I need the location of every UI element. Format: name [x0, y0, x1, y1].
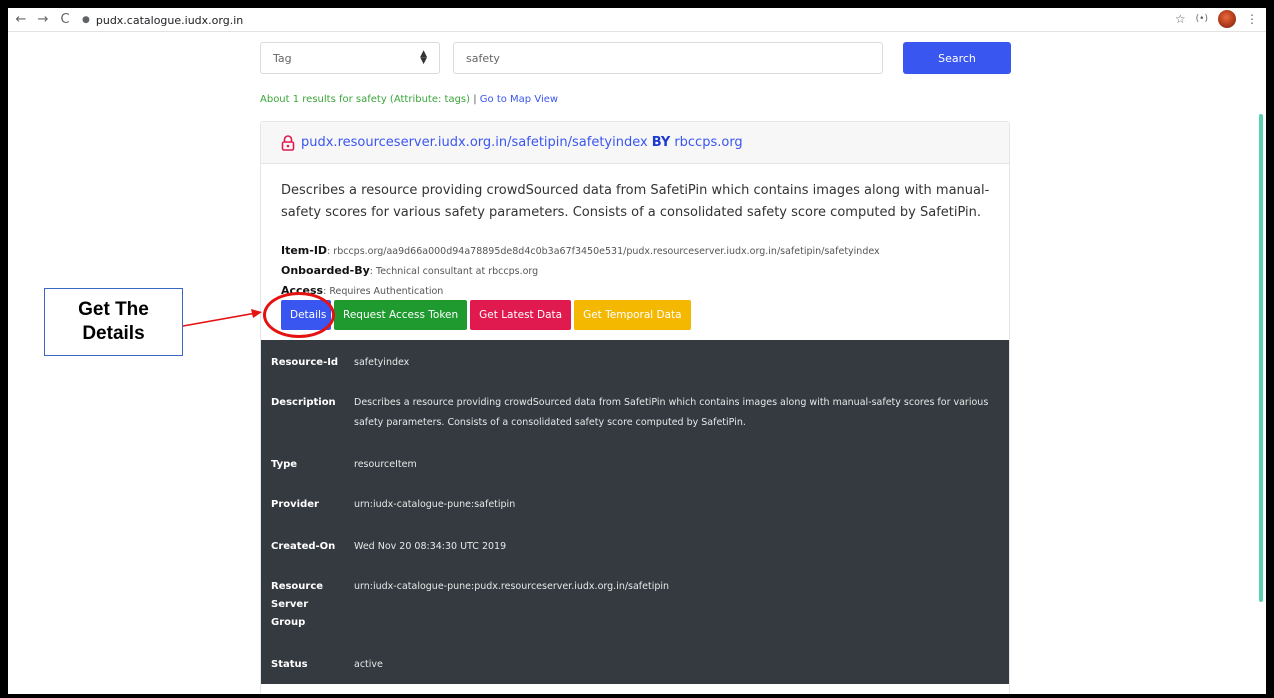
item-id-label: Item-ID — [281, 244, 328, 257]
browser-toolbar: ← → C ● pudx.catalogue.iudx.org.in ☆ (•)… — [8, 8, 1266, 32]
attribute-select[interactable]: Tag ▲ ▼ — [260, 42, 440, 74]
detail-value: Wed Nov 20 08:34:30 UTC 2019 — [354, 541, 507, 552]
detail-key: Type — [271, 459, 298, 470]
map-view-link[interactable]: Go to Map View — [480, 94, 558, 105]
browser-window: ← → C ● pudx.catalogue.iudx.org.in ☆ (•)… — [8, 8, 1266, 694]
padlock-icon: ● — [82, 15, 90, 25]
forward-arrow-icon[interactable]: → — [34, 11, 52, 29]
reload-icon[interactable]: C — [56, 11, 74, 29]
results-count-text: About 1 results for safety (Attribute: t… — [260, 94, 471, 105]
resource-link[interactable]: pudx.resourceserver.iudx.org.in/safetipi… — [301, 135, 648, 150]
search-input[interactable] — [453, 42, 883, 74]
details-button[interactable]: Details — [281, 300, 331, 330]
select-caret-icon: ▲ ▼ — [420, 49, 427, 66]
detail-value: active — [354, 659, 383, 670]
access-label: Access — [281, 284, 324, 297]
profile-avatar[interactable] — [1218, 10, 1236, 28]
browser-actions: ☆ (•) ⋮ — [1175, 10, 1258, 28]
results-separator: | — [470, 94, 480, 105]
access-line: Access: Requires Authentication — [281, 284, 443, 297]
detail-value: urn:iudx-catalogue-pune:safetipin — [354, 499, 516, 510]
onboarded-line: Onboarded-By: Technical consultant at rb… — [281, 264, 538, 277]
detail-key: Created-On — [271, 541, 336, 552]
callout-line-2: Details — [82, 323, 145, 344]
detail-key: Resource-Id — [271, 357, 339, 368]
extension-icon[interactable]: (•) — [1196, 14, 1208, 24]
detail-key: Resource Server Group — [271, 581, 324, 628]
detail-value: Describes a resource providing crowdSour… — [354, 397, 989, 428]
details-table: Resource-Id safetyindex Description Desc… — [261, 340, 1009, 684]
kebab-menu-icon[interactable]: ⋮ — [1246, 12, 1258, 26]
resource-description: Describes a resource providing crowdSour… — [281, 183, 990, 220]
card-header: pudx.resourceserver.iudx.org.in/safetipi… — [261, 122, 1009, 164]
action-buttons: Details Request Access Token Get Latest … — [281, 300, 691, 330]
result-card: pudx.resourceserver.iudx.org.in/safetipi… — [260, 121, 1010, 694]
detail-key: Status — [271, 659, 308, 670]
item-id-line: Item-ID: rbccps.org/aa9d66a000d94a78895d… — [281, 244, 880, 257]
lock-icon — [281, 134, 295, 151]
results-summary: About 1 results for safety (Attribute: t… — [260, 94, 558, 105]
address-text: pudx.catalogue.iudx.org.in — [95, 13, 244, 27]
back-arrow-icon[interactable]: ← — [12, 11, 30, 29]
annotation-callout: Get The Details — [44, 288, 183, 356]
by-label: BY — [651, 135, 671, 150]
detail-value: safetyindex — [354, 357, 410, 368]
address-bar[interactable]: ● pudx.catalogue.iudx.org.in — [82, 11, 243, 29]
detail-key: Provider — [271, 499, 319, 510]
item-id-value: : rbccps.org/aa9d66a000d94a78895de8d4c0b… — [327, 246, 880, 257]
request-access-token-button[interactable]: Request Access Token — [334, 300, 468, 330]
attribute-select-value: Tag — [273, 51, 292, 65]
detail-value: resourceItem — [354, 459, 417, 470]
onboarded-label: Onboarded-By — [281, 264, 370, 277]
get-latest-data-button[interactable]: Get Latest Data — [470, 300, 572, 330]
detail-value: urn:iudx-catalogue-pune:pudx.resourceser… — [354, 581, 670, 592]
access-value: : Requires Authentication — [323, 286, 444, 297]
onboarded-value: : Technical consultant at rbccps.org — [369, 266, 539, 277]
get-temporal-data-button[interactable]: Get Temporal Data — [574, 300, 691, 330]
search-button[interactable]: Search — [903, 42, 1011, 74]
callout-line-1: Get The — [78, 299, 149, 320]
detail-key: Description — [271, 397, 336, 408]
bookmark-star-icon[interactable]: ☆ — [1175, 12, 1186, 26]
scrollbar-thumb[interactable] — [1259, 114, 1263, 602]
provider-link[interactable]: rbccps.org — [674, 135, 742, 150]
